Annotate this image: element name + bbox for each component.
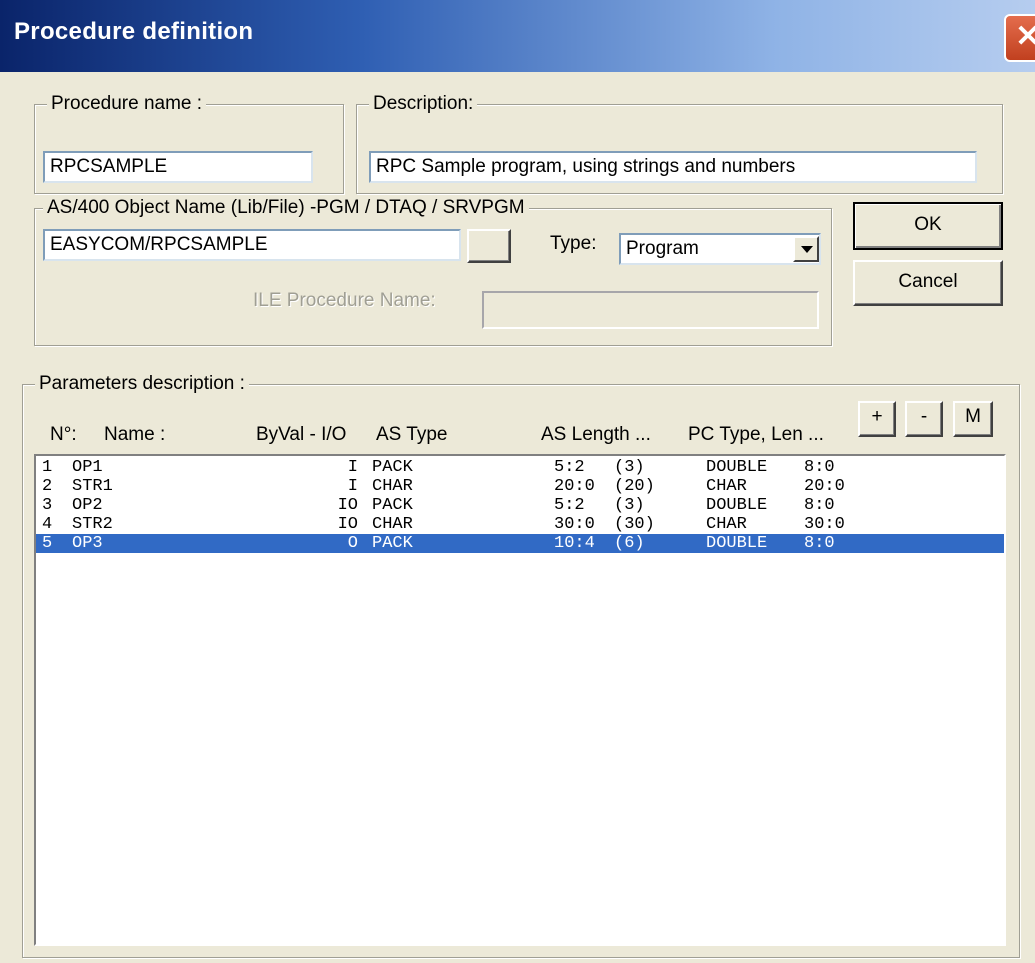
description-label: Description: <box>369 93 478 115</box>
table-row[interactable]: 5 OP3 O PACK 10:4 (6) DOUBLE 8:0 <box>36 534 1004 553</box>
cell-as-length: 10:4 <box>554 534 595 553</box>
remove-parameter-button[interactable]: - <box>905 401 943 437</box>
title-bar[interactable]: Procedure definition ✕ <box>0 0 1035 72</box>
cell-name: STR2 <box>72 515 113 534</box>
cell-number: 4 <box>42 515 53 534</box>
object-name-input[interactable]: EASYCOM/RPCSAMPLE <box>43 229 461 261</box>
procedure-name-input[interactable]: RPCSAMPLE <box>43 151 313 183</box>
browse-button[interactable] <box>467 229 511 263</box>
header-number: N°: <box>50 424 77 445</box>
cell-as-type: CHAR <box>372 477 413 496</box>
cell-as-type: CHAR <box>372 515 413 534</box>
cell-as-length: 5:2 <box>554 458 585 477</box>
table-row[interactable]: 1 OP1 I PACK 5:2 (3) DOUBLE 8:0 <box>36 458 1004 477</box>
cell-number: 3 <box>42 496 53 515</box>
type-select-value: Program <box>626 238 699 259</box>
ok-button[interactable]: OK <box>853 202 1003 250</box>
type-label: Type: <box>550 233 597 254</box>
parameters-label: Parameters description : <box>35 373 249 395</box>
cell-io: I <box>347 458 358 477</box>
type-select[interactable]: Program <box>619 233 821 265</box>
cell-number: 1 <box>42 458 53 477</box>
cell-as-bytes: (20) <box>614 477 655 496</box>
dialog-body: Procedure name : RPCSAMPLE Description: … <box>0 72 1035 963</box>
cell-pc-length: 30:0 <box>804 515 845 534</box>
cell-io: I <box>347 477 358 496</box>
cell-as-bytes: (30) <box>614 515 655 534</box>
table-row[interactable]: 4 STR2 IO CHAR 30:0 (30) CHAR 30:0 <box>36 515 1004 534</box>
header-byval-io: ByVal - I/O <box>256 424 347 445</box>
cell-io: O <box>347 534 358 553</box>
cell-pc-type: CHAR <box>706 515 747 534</box>
procedure-definition-dialog: Procedure definition ✕ Procedure name : … <box>0 0 1035 963</box>
header-as-length: AS Length ... <box>541 424 651 445</box>
cell-io: IO <box>337 515 358 534</box>
add-parameter-button[interactable]: + <box>858 401 896 437</box>
cell-name: OP1 <box>72 458 103 477</box>
header-as-type: AS Type <box>376 424 448 445</box>
cell-pc-type: DOUBLE <box>706 496 768 515</box>
table-row[interactable]: 2 STR1 I CHAR 20:0 (20) CHAR 20:0 <box>36 477 1004 496</box>
header-pc-type: PC Type, Len ... <box>688 424 824 445</box>
table-row[interactable]: 3 OP2 IO PACK 5:2 (3) DOUBLE 8:0 <box>36 496 1004 515</box>
cell-pc-length: 8:0 <box>804 458 835 477</box>
cell-name: STR1 <box>72 477 113 496</box>
cell-number: 5 <box>42 534 53 553</box>
chevron-down-icon[interactable] <box>793 236 819 262</box>
cell-name: OP3 <box>72 534 103 553</box>
cell-as-bytes: (3) <box>614 496 645 515</box>
cell-pc-length: 8:0 <box>804 534 835 553</box>
cell-name: OP2 <box>72 496 103 515</box>
parameters-list[interactable]: 1 OP1 I PACK 5:2 (3) DOUBLE 8:0 2 STR1 I CHAR 20:0 (2… <box>34 454 1006 946</box>
as400-object-group: AS/400 Object Name (Lib/File) -PGM / DTA… <box>34 197 832 346</box>
window-title: Procedure definition <box>14 18 254 45</box>
modify-parameter-button[interactable]: M <box>953 401 993 437</box>
cell-pc-length: 20:0 <box>804 477 845 496</box>
cell-pc-type: CHAR <box>706 477 747 496</box>
cell-as-type: PACK <box>372 496 413 515</box>
cell-as-bytes: (6) <box>614 534 645 553</box>
description-group: Description: RPC Sample program, using s… <box>356 93 1003 194</box>
cell-pc-length: 8:0 <box>804 496 835 515</box>
procedure-name-label: Procedure name : <box>47 93 207 115</box>
cell-number: 2 <box>42 477 53 496</box>
close-icon[interactable]: ✕ <box>1004 14 1035 62</box>
cell-as-length: 20:0 <box>554 477 595 496</box>
cell-as-length: 5:2 <box>554 496 585 515</box>
cell-pc-type: DOUBLE <box>706 458 768 477</box>
cell-io: IO <box>337 496 358 515</box>
cancel-button[interactable]: Cancel <box>853 260 1003 306</box>
header-name: Name : <box>104 424 166 445</box>
as400-object-label: AS/400 Object Name (Lib/File) -PGM / DTA… <box>43 197 529 219</box>
ile-procedure-label: ILE Procedure Name: <box>253 290 436 311</box>
cell-as-bytes: (3) <box>614 458 645 477</box>
procedure-name-group: Procedure name : RPCSAMPLE <box>34 93 344 194</box>
description-input[interactable]: RPC Sample program, using strings and nu… <box>369 151 977 183</box>
cell-as-type: PACK <box>372 534 413 553</box>
cell-as-type: PACK <box>372 458 413 477</box>
cell-pc-type: DOUBLE <box>706 534 768 553</box>
cell-as-length: 30:0 <box>554 515 595 534</box>
ile-procedure-input[interactable] <box>482 291 819 329</box>
